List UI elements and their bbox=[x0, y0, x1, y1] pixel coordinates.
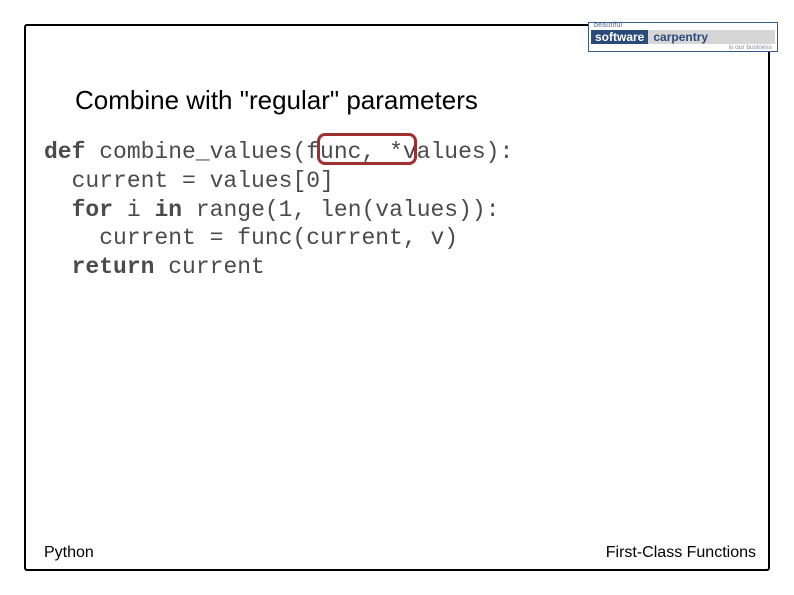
logo-main: software carpentry bbox=[591, 30, 775, 44]
footer-right: First-Class Functions bbox=[606, 544, 756, 562]
slide: beautiful software carpentry is our busi… bbox=[0, 0, 794, 595]
code-text bbox=[44, 197, 72, 223]
code-kw-def: def bbox=[44, 139, 85, 165]
code-block: def combine_values(func, *values): curre… bbox=[44, 138, 513, 282]
logo-tagline-top: beautiful bbox=[591, 22, 775, 29]
code-text: i bbox=[113, 197, 154, 223]
logo-carpentry: carpentry bbox=[648, 30, 775, 44]
code-text: current = values[0] bbox=[44, 168, 334, 194]
logo-tagline-bottom: is our business bbox=[591, 45, 775, 52]
code-kw-for: for bbox=[72, 197, 113, 223]
logo-software: software bbox=[591, 30, 648, 44]
code-text: current = func(current, v) bbox=[44, 225, 458, 251]
code-text: range(1, len(values)): bbox=[182, 197, 499, 223]
code-text: current bbox=[154, 254, 264, 280]
code-kw-return: return bbox=[72, 254, 155, 280]
code-text: combine_values(func, *values): bbox=[85, 139, 513, 165]
slide-title: Combine with "regular" parameters bbox=[75, 85, 478, 116]
code-text bbox=[44, 254, 72, 280]
code-kw-in: in bbox=[154, 197, 182, 223]
logo: beautiful software carpentry is our busi… bbox=[588, 22, 778, 52]
footer-left: Python bbox=[44, 544, 94, 562]
